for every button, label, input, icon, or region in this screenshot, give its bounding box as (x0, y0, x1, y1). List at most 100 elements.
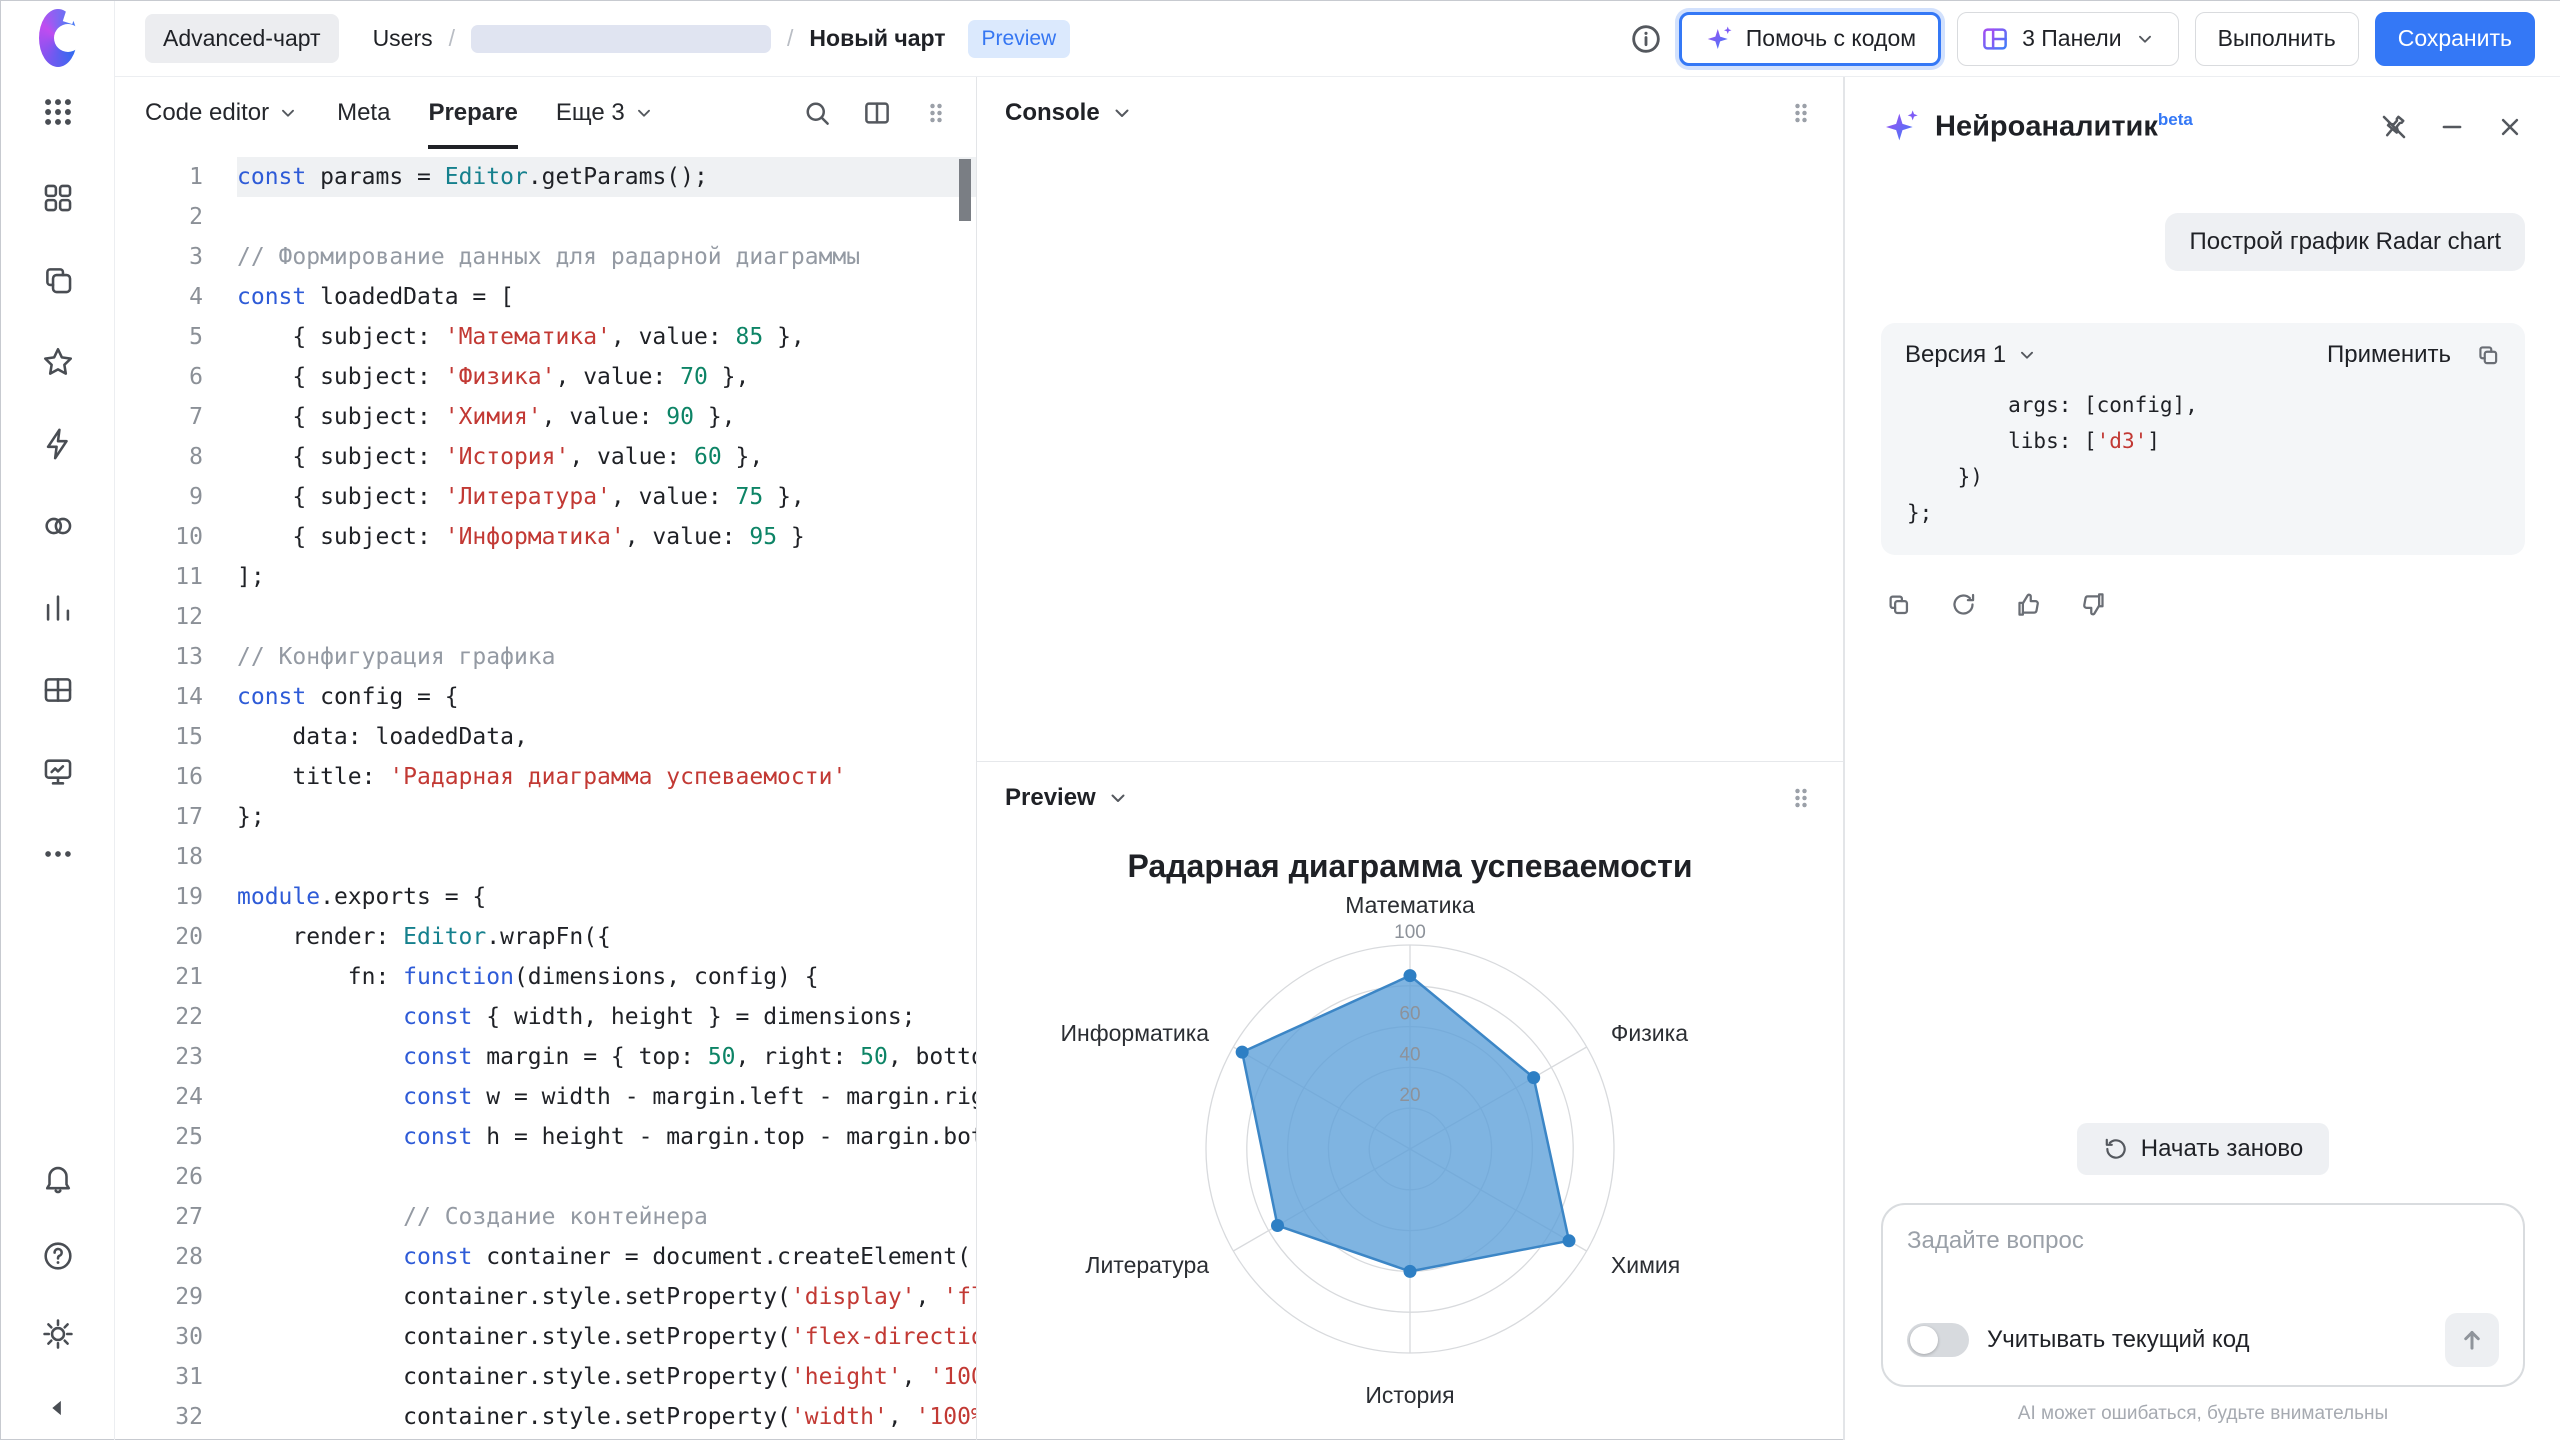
tab-more[interactable]: Еще 3 (556, 77, 655, 149)
collapse-sidebar-icon[interactable] (39, 1389, 77, 1427)
left-rail (1, 1, 115, 1440)
preview-title: Preview (1005, 784, 1096, 812)
info-icon[interactable] (1629, 22, 1663, 56)
code-line: 9 { subject: 'Литература', value: 75 }, (115, 477, 976, 517)
chevron-down-icon (277, 102, 299, 124)
minimize-icon[interactable] (2437, 112, 2467, 142)
editor-scrollbar-thumb[interactable] (959, 159, 971, 221)
split-view-icon[interactable] (862, 98, 892, 128)
assistant-code-line: }) (1907, 459, 2499, 495)
chevron-down-icon (2134, 28, 2156, 50)
more-icon[interactable] (39, 835, 77, 873)
chevron-down-icon (633, 102, 655, 124)
svg-text:История: История (1365, 1382, 1454, 1408)
tables-icon[interactable] (39, 671, 77, 709)
layers-icon[interactable] (39, 261, 77, 299)
close-icon[interactable] (2495, 112, 2525, 142)
code-line: 23 const margin = { top: 50, right: 50, … (115, 1037, 976, 1077)
save-button[interactable]: Сохранить (2375, 12, 2535, 66)
panels-icon (1980, 24, 2010, 54)
presentation-icon[interactable] (39, 753, 77, 791)
beta-badge: beta (2158, 110, 2193, 129)
lenses-icon[interactable] (39, 507, 77, 545)
code-line: 5 { subject: 'Математика', value: 85 }, (115, 317, 976, 357)
ask-input-card: Учитывать текущий код (1881, 1203, 2525, 1387)
assistant-title: Нейроаналитикbeta (1935, 110, 2193, 144)
drag-handle-icon[interactable] (1787, 784, 1815, 812)
regenerate-icon[interactable] (1950, 591, 1977, 618)
dashboards-icon[interactable] (39, 179, 77, 217)
code-line: 7 { subject: 'Химия', value: 90 }, (115, 397, 976, 437)
svg-text:60: 60 (1399, 1004, 1420, 1025)
feedback-row (1881, 591, 2525, 618)
output-column: Console Preview Радарная диаграмма успев… (977, 77, 1844, 1440)
drag-handle-icon[interactable] (1787, 99, 1815, 127)
svg-text:Химия: Химия (1611, 1252, 1680, 1278)
send-button[interactable] (2445, 1313, 2499, 1367)
code-line: 14const config = { (115, 677, 976, 717)
code-line: 2 (115, 197, 976, 237)
assistant-code-line: args: [config], (1907, 387, 2499, 423)
unpin-icon[interactable] (2379, 112, 2409, 142)
help-with-code-button[interactable]: Помочь с кодом (1679, 12, 1941, 66)
tab-prepare[interactable]: Prepare (428, 77, 517, 149)
context-toggle[interactable] (1907, 1323, 1969, 1357)
svg-text:100: 100 (1394, 922, 1426, 943)
code-line: 17}; (115, 797, 976, 837)
sparkle-icon (1881, 107, 1921, 147)
datalens-logo-icon[interactable] (39, 19, 77, 57)
help-icon[interactable] (39, 1237, 77, 1275)
preview-panel: Preview Радарная диаграмма успеваемости … (977, 762, 1843, 1440)
thumbs-down-icon[interactable] (2080, 591, 2107, 618)
favorites-star-icon[interactable] (39, 343, 77, 381)
console-title: Console (1005, 99, 1100, 127)
restart-icon (2103, 1136, 2129, 1162)
code-line: 3// Формирование данных для радарной диа… (115, 237, 976, 277)
assistant-code-snippet: args: [config], libs: ['d3'] })}; (1881, 379, 2525, 555)
breadcrumb-redacted-segment[interactable] (471, 25, 771, 53)
svg-text:Информатика: Информатика (1060, 1020, 1209, 1046)
notifications-bell-icon[interactable] (39, 1159, 77, 1197)
neuroanalyst-panel: Нейроаналитикbeta Построй график Radar c… (1844, 77, 2560, 1440)
code-editor-area[interactable]: 1const params = Editor.getParams();23// … (115, 149, 976, 1440)
restart-button[interactable]: Начать заново (2077, 1123, 2329, 1175)
tab-code-editor[interactable]: Code editor (145, 77, 299, 149)
breadcrumb-root[interactable]: Users (373, 25, 433, 52)
code-line: 8 { subject: 'История', value: 60 }, (115, 437, 976, 477)
code-line: 28 const container = document.createElem… (115, 1237, 976, 1277)
settings-gear-icon[interactable] (39, 1315, 77, 1353)
radar-chart: МатематикаФизикаХимияИсторияЛитератураИн… (977, 885, 1843, 1440)
svg-text:Литература: Литература (1085, 1252, 1209, 1278)
code-line: 19module.exports = { (115, 877, 976, 917)
drag-handle-icon[interactable] (922, 99, 950, 127)
entity-type-chip: Advanced-чарт (145, 14, 339, 63)
code-line: 15 data: loadedData, (115, 717, 976, 757)
user-message-bubble: Построй график Radar chart (2165, 213, 2525, 271)
code-line: 25 const h = height - margin.top - margi… (115, 1117, 976, 1157)
code-line: 12 (115, 597, 976, 637)
thumbs-up-icon[interactable] (2015, 591, 2042, 618)
ai-disclaimer: AI может ошибаться, будьте внимательны (1881, 1403, 2525, 1425)
code-line: 4const loadedData = [ (115, 277, 976, 317)
charts-icon[interactable] (39, 589, 77, 627)
run-button[interactable]: Выполнить (2195, 12, 2359, 66)
apply-button[interactable]: Применить (2327, 341, 2451, 369)
quick-actions-icon[interactable] (39, 425, 77, 463)
app-window: Advanced-чарт Users / / Новый чарт Previ… (0, 0, 2560, 1440)
assistant-code-line: }; (1907, 495, 2499, 531)
apps-grid-icon[interactable] (39, 93, 77, 131)
copy-icon[interactable] (1885, 591, 1912, 618)
panels-layout-button[interactable]: 3 Панели (1957, 12, 2179, 66)
copy-icon[interactable] (2475, 342, 2501, 368)
search-icon[interactable] (802, 98, 832, 128)
code-line: 13// Конфигурация графика (115, 637, 976, 677)
tab-meta[interactable]: Meta (337, 77, 390, 149)
context-toggle-label: Учитывать текущий код (1987, 1326, 2250, 1354)
chevron-down-icon[interactable] (1106, 786, 1130, 810)
version-dropdown[interactable]: Версия 1 (1905, 341, 2038, 369)
chevron-down-icon[interactable] (1110, 101, 1134, 125)
console-panel: Console (977, 77, 1843, 762)
question-input[interactable] (1907, 1227, 2499, 1255)
code-line: 10 { subject: 'Информатика', value: 95 } (115, 517, 976, 557)
svg-text:40: 40 (1399, 1044, 1420, 1065)
